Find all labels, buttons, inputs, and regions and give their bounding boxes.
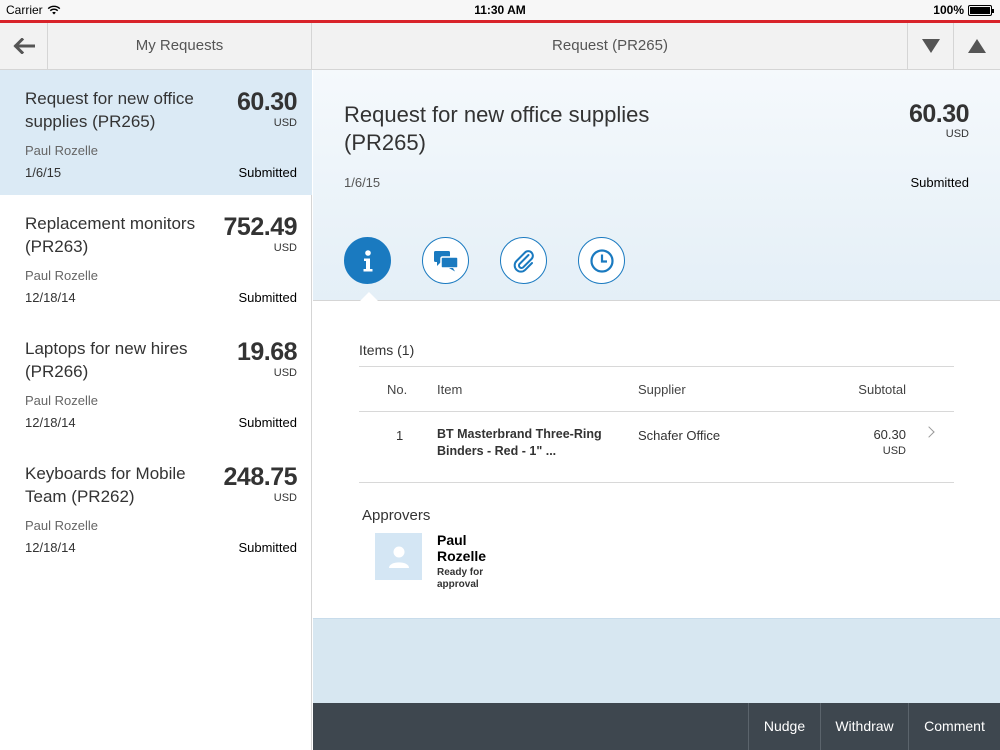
request-date: 12/18/14 xyxy=(25,415,76,430)
items-heading: Items (1) xyxy=(359,342,415,358)
active-tab-pointer xyxy=(359,292,379,302)
next-item-button[interactable] xyxy=(907,23,953,69)
nudge-button[interactable]: Nudge xyxy=(748,703,820,750)
request-date: 1/6/15 xyxy=(25,165,62,180)
request-amount: 60.30 xyxy=(236,88,298,116)
withdraw-button[interactable]: Withdraw xyxy=(820,703,908,750)
request-person: Paul Rozelle xyxy=(25,268,98,283)
request-currency: USD xyxy=(273,492,297,504)
request-currency: USD xyxy=(273,242,297,254)
info-icon xyxy=(363,249,372,271)
attachment-icon xyxy=(513,249,534,273)
person-icon xyxy=(388,546,409,568)
back-arrow-icon xyxy=(12,38,35,54)
clock: 11:30 AM xyxy=(474,3,526,17)
divider xyxy=(359,366,954,367)
tab-comments[interactable] xyxy=(422,237,469,284)
detail-status: Submitted xyxy=(910,175,969,190)
clock-icon xyxy=(589,248,614,273)
approvers-heading: Approvers xyxy=(362,507,431,524)
column-header-subtotal: Subtotal xyxy=(858,382,906,397)
triangle-down-icon xyxy=(921,39,940,53)
tab-info[interactable] xyxy=(344,237,391,284)
request-detail: Request for new office supplies (PR265) … xyxy=(313,70,1000,703)
request-status: Submitted xyxy=(238,415,297,430)
item-subtotal: 60.30 xyxy=(873,427,906,442)
comments-icon xyxy=(433,250,459,271)
back-button[interactable] xyxy=(0,23,48,69)
triangle-up-icon xyxy=(968,39,986,53)
detail-title: Request (PR265) xyxy=(552,37,668,54)
request-list-item[interactable]: Laptops for new hires (PR266) 19.68 USD … xyxy=(0,320,312,445)
request-date: 12/18/14 xyxy=(25,290,76,305)
request-currency: USD xyxy=(273,117,297,129)
request-person: Paul Rozelle xyxy=(25,393,98,408)
detail-request-title: Request for new office supplies (PR265) xyxy=(344,102,650,155)
request-amount: 19.68 xyxy=(236,338,298,366)
approver-name: Paul Rozelle xyxy=(437,532,487,564)
approver-status: Ready for approval xyxy=(437,567,484,590)
previous-item-button[interactable] xyxy=(953,23,1000,69)
request-person: Paul Rozelle xyxy=(25,143,98,158)
detail-currency: USD xyxy=(945,128,969,140)
column-header-no: No. xyxy=(387,382,408,397)
detail-amount: 60.30 xyxy=(908,100,970,128)
requests-list: Request for new office supplies (PR265) … xyxy=(0,70,312,750)
item-supplier: Schafer Office xyxy=(638,428,721,443)
request-person: Paul Rozelle xyxy=(25,518,98,533)
column-header-item: Item xyxy=(437,382,463,397)
item-currency: USD xyxy=(882,445,906,457)
tab-attachments[interactable] xyxy=(500,237,547,284)
request-date: 12/18/14 xyxy=(25,540,76,555)
battery-icon xyxy=(968,4,994,16)
request-list-item[interactable]: Request for new office supplies (PR265) … xyxy=(0,70,312,195)
request-title: Laptops for new hires (PR266) xyxy=(25,339,188,381)
request-title: Keyboards for Mobile Team (PR262) xyxy=(25,464,186,506)
detail-empty-area xyxy=(313,618,1000,703)
request-title: Request for new office supplies (PR265) xyxy=(25,89,194,131)
column-header-supplier: Supplier xyxy=(638,382,686,397)
request-title: Replacement monitors (PR263) xyxy=(25,214,196,256)
chevron-right-icon xyxy=(923,426,935,438)
action-toolbar: Nudge Withdraw Comment xyxy=(313,703,1000,750)
request-status: Submitted xyxy=(238,165,297,180)
master-title: My Requests xyxy=(48,23,312,69)
status-bar: Carrier 11:30 AM 100% xyxy=(0,0,1000,20)
navigation-bar: My Requests Request (PR265) xyxy=(0,23,1000,70)
request-amount: 248.75 xyxy=(223,463,298,491)
detail-date: 1/6/15 xyxy=(344,175,381,190)
tab-history[interactable] xyxy=(578,237,625,284)
request-status: Submitted xyxy=(238,290,297,305)
item-description: BT Masterbrand Three-Ring Binders - Red … xyxy=(437,427,602,458)
request-list-item[interactable]: Keyboards for Mobile Team (PR262) 248.75… xyxy=(0,445,312,570)
divider xyxy=(359,411,954,412)
avatar xyxy=(375,533,422,580)
request-status: Submitted xyxy=(238,540,297,555)
detail-header: Request for new office supplies (PR265) … xyxy=(313,70,1000,302)
divider xyxy=(359,482,954,483)
battery-label: 100% xyxy=(933,3,964,17)
battery-indicator: 100% xyxy=(933,3,994,17)
comment-button[interactable]: Comment xyxy=(908,703,1000,750)
item-number: 1 xyxy=(396,428,404,443)
request-list-item[interactable]: Replacement monitors (PR263) 752.49 USD … xyxy=(0,195,312,320)
request-currency: USD xyxy=(273,367,297,379)
request-amount: 752.49 xyxy=(223,213,298,241)
